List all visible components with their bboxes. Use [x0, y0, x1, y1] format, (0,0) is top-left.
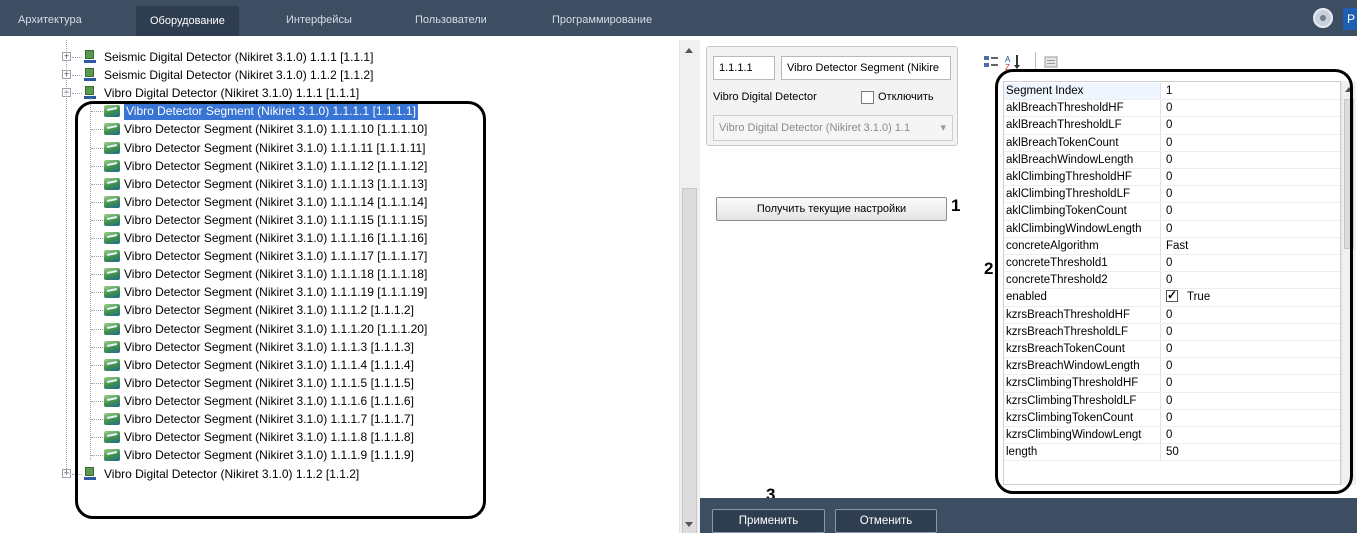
tree-item-label: Seismic Digital Detector (Nikiret 3.1.0)…: [104, 68, 374, 83]
categorized-view-icon[interactable]: [983, 54, 999, 70]
callout-1: 1: [951, 196, 961, 215]
tree-scroll-thumb[interactable]: [682, 188, 697, 533]
language-badge[interactable]: P: [1343, 8, 1357, 30]
scroll-down-icon[interactable]: [685, 522, 693, 527]
tab-equipment[interactable]: Оборудование: [136, 6, 239, 36]
tree-item-label: Seismic Digital Detector (Nikiret 3.1.0)…: [104, 50, 374, 64]
settings-gear-icon[interactable]: [1313, 8, 1333, 28]
parent-device-select-value: Vibro Digital Detector (Nikiret 3.1.0) 1…: [719, 122, 911, 134]
top-navigation: Архитектура Оборудование Интерфейсы Поль…: [0, 0, 1357, 36]
tree-scrollbar[interactable]: [679, 40, 700, 533]
parent-label: Vibro Digital Detector: [713, 91, 817, 103]
segments-highlight-frame: [75, 101, 486, 519]
device-icon: [84, 50, 96, 64]
parent-device-select[interactable]: Vibro Digital Detector (Nikiret 3.1.0) 1…: [713, 115, 953, 141]
scroll-up-icon[interactable]: [685, 48, 693, 53]
object-id-field[interactable]: 1.1.1.1: [713, 56, 775, 80]
cancel-button[interactable]: Отменить: [835, 509, 937, 533]
disable-label: Отключить: [878, 91, 934, 103]
app-window: { "nav": { "tabs": ["Архитектура", "Обор…: [0, 0, 1357, 533]
action-bar: Применить Отменить: [700, 498, 1357, 533]
tab-users[interactable]: Пользователи: [415, 10, 487, 30]
tree-connector: [72, 57, 82, 58]
tree-connector: [66, 40, 67, 476]
tab-interfaces[interactable]: Интерфейсы: [286, 10, 352, 30]
apply-button[interactable]: Применить: [712, 509, 825, 533]
property-pages-icon[interactable]: [1043, 54, 1059, 70]
tree-item-label: Vibro Digital Detector (Nikiret 3.1.0) 1…: [104, 86, 360, 101]
tree-connector: [72, 75, 82, 77]
tab-programming[interactable]: Программирование: [552, 10, 652, 30]
chevron-down-icon: ▾: [940, 122, 946, 134]
object-card: 1.1.1.1 Vibro Detector Segment (Nikire V…: [706, 46, 958, 146]
alphabetical-sort-icon[interactable]: AZ: [1005, 54, 1021, 72]
callout-2: 2: [984, 259, 994, 278]
get-current-settings-button[interactable]: Получить текущие настройки: [716, 197, 947, 221]
disable-checkbox[interactable]: [861, 91, 874, 104]
tab-architecture[interactable]: Архитектура: [18, 10, 82, 30]
tree-connector: [72, 93, 82, 95]
device-icon: [84, 68, 96, 82]
properties-highlight-frame: [995, 69, 1353, 494]
object-name-field[interactable]: Vibro Detector Segment (Nikire: [781, 56, 951, 80]
